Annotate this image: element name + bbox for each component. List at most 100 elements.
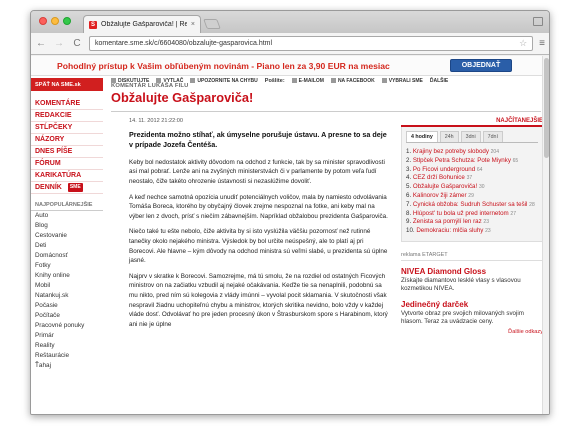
- section-nav: KOMENTÁRE REDAKCIE STĹPČEKY NÁZORY DNES …: [31, 98, 103, 194]
- popular-link[interactable]: Natankuj.sk: [35, 291, 103, 301]
- popular-link[interactable]: Deti: [35, 241, 103, 251]
- nav-item[interactable]: KARIKATÚRA: [31, 170, 103, 182]
- most-read-item[interactable]: 3. Po Ficovi underground 64: [406, 166, 538, 175]
- nav-item[interactable]: REDAKCIE: [31, 110, 103, 122]
- popular-link[interactable]: Reštaurácie: [35, 351, 103, 361]
- headline-link[interactable]: Po Ficovi underground: [413, 166, 475, 173]
- popular-link[interactable]: Ťahaj: [35, 361, 103, 371]
- article-paragraph: Keby bol nedostatok aktivity dôvodom na …: [129, 158, 385, 185]
- dennik-label: DENNÍK: [35, 184, 62, 191]
- most-read-item[interactable]: 2. Stĺpček Petra Schutza: Pote Miynky 65: [406, 157, 538, 166]
- reload-button[interactable]: C: [71, 38, 83, 49]
- comment-count: 65: [512, 157, 519, 164]
- order-button[interactable]: OBJEDNAŤ: [450, 59, 512, 72]
- comment-count: 27: [510, 210, 516, 217]
- most-read-item[interactable]: 5. Obžalujte Gašparoviča! 30: [406, 183, 538, 192]
- rank: 2.: [406, 156, 412, 164]
- popular-link[interactable]: Počasie: [35, 301, 103, 311]
- comment-count: 204: [490, 149, 499, 155]
- popular-link[interactable]: Počítače: [35, 311, 103, 321]
- forward-button[interactable]: →: [53, 38, 65, 49]
- ad-title-link[interactable]: Jedinečný darček: [401, 300, 543, 309]
- popular-link[interactable]: Domácnosť: [35, 251, 103, 261]
- tab-3-days[interactable]: 3dni: [460, 131, 481, 142]
- new-tab-button[interactable]: [203, 19, 221, 29]
- minimize-window-icon[interactable]: [51, 17, 59, 25]
- bookmark-star-icon[interactable]: ☆: [519, 38, 527, 49]
- most-read-item[interactable]: 10. Demokraciu: mlčia sluhy 23: [406, 227, 538, 236]
- popular-link[interactable]: Pracovné ponuky: [35, 321, 103, 331]
- popular-link[interactable]: Knihy online: [35, 271, 103, 281]
- headline-link[interactable]: ČEZ drží Bohunice: [413, 174, 465, 181]
- article-kicker: KOMENTÁR LUKÁŠA FILU: [111, 83, 189, 89]
- popular-heading: NAJPOPULÁRNEJŠIE: [31, 202, 103, 211]
- web-page: Pohodlný prístup k Vašim obľúbeným novin…: [31, 56, 549, 414]
- browser-toolbar: ← → C komentare.sme.sk/c/6604080/obzaluj…: [31, 33, 549, 55]
- most-read-item[interactable]: 8. Hlúpost' tu bola už pred internetom 2…: [406, 210, 538, 219]
- fullscreen-icon[interactable]: [533, 17, 543, 26]
- most-read-heading: NAJČÍTANEJŠIE: [401, 118, 543, 127]
- nav-item[interactable]: KOMENTÁRE: [31, 98, 103, 110]
- ad-text[interactable]: Vytvorte obraz pre svojich milovaných sv…: [401, 310, 543, 327]
- browser-tab[interactable]: S Obžalujte Gašparoviča! | Re ×: [83, 15, 201, 33]
- most-read-item[interactable]: 9. Ženista sa pomýlí len raz 23: [406, 218, 538, 227]
- back-button[interactable]: ←: [35, 38, 47, 49]
- nav-item[interactable]: STĹPČEKY: [31, 122, 103, 134]
- comment-count: 64: [476, 166, 483, 173]
- vertical-scrollbar[interactable]: [542, 56, 549, 414]
- headline-link[interactable]: Ženista sa pomýlí len raz: [413, 218, 482, 225]
- ad-title-link[interactable]: NIVEA Diamond Gloss: [401, 267, 543, 276]
- rank: 5.: [406, 183, 412, 191]
- tab-4-hours[interactable]: 4 hodiny: [406, 131, 438, 142]
- promo-text[interactable]: Pohodlný prístup k Vašim obľúbeným novin…: [57, 61, 390, 71]
- headline-link[interactable]: Stĺpček Petra Schutza: Pote Miynky: [413, 157, 511, 164]
- tab-close-icon[interactable]: ×: [191, 21, 195, 28]
- comment-count: 23: [485, 228, 491, 235]
- scrollbar-thumb[interactable]: [544, 58, 549, 158]
- headline-link[interactable]: Demokraciu: mlčia sluhy: [416, 227, 483, 234]
- most-read-box: 4 hodiny 24h 3dni 7dní 1. Krajiny bez po…: [401, 127, 543, 242]
- popular-link[interactable]: Primár: [35, 331, 103, 341]
- popular-link[interactable]: Cestovanie: [35, 231, 103, 241]
- most-read-item[interactable]: 4. ČEZ drží Bohunice 37: [406, 174, 538, 183]
- nav-item[interactable]: DNES PÍŠE: [31, 146, 103, 158]
- address-bar[interactable]: komentare.sme.sk/c/6604080/obzalujte-gas…: [89, 36, 534, 51]
- tab-7-days[interactable]: 7dní: [482, 131, 503, 142]
- most-read-item[interactable]: 7. Cynická obžoba: Sudruh Schuster sa te…: [406, 201, 538, 210]
- rank: 6.: [406, 191, 412, 199]
- rank: 9.: [406, 218, 412, 226]
- most-read-item[interactable]: 6. Kalinorov žiji zámer 29: [406, 192, 538, 201]
- back-to-sme-link[interactable]: SPÄŤ NA SME.sk: [31, 78, 103, 91]
- more-ads-link[interactable]: Ďalšie odkazy: [401, 329, 543, 335]
- popular-link[interactable]: Mobil: [35, 281, 103, 291]
- headline-link[interactable]: Hlúpost' tu bola už pred internetom: [413, 210, 509, 217]
- zoom-window-icon[interactable]: [63, 17, 71, 25]
- headline-link[interactable]: Krajiny bez potreby slobody: [413, 148, 489, 155]
- popular-link[interactable]: Fotky: [35, 261, 103, 271]
- popular-link[interactable]: Blog: [35, 221, 103, 231]
- browser-menu-icon[interactable]: ≡: [539, 38, 545, 49]
- rank: 7.: [406, 200, 412, 208]
- nav-item[interactable]: FÓRUM: [31, 158, 103, 170]
- rank: 10.: [406, 227, 415, 235]
- sme-badge: sme: [67, 183, 83, 192]
- close-window-icon[interactable]: [39, 17, 47, 25]
- headline-link[interactable]: Obžalujte Gašparoviča!: [413, 183, 477, 190]
- headline-link[interactable]: Kalinorov žiji zámer: [413, 192, 467, 199]
- popular-link[interactable]: Auto: [35, 211, 103, 221]
- popular-link[interactable]: Reality: [35, 341, 103, 351]
- most-read-item[interactable]: 1. Krajiny bez potreby slobody 204: [406, 148, 538, 157]
- right-column: NAJČÍTANEJŠIE 4 hodiny 24h 3dni 7dní 1. …: [401, 118, 543, 335]
- tab-24h[interactable]: 24h: [439, 131, 459, 142]
- comment-count: 30: [478, 184, 485, 191]
- nav-item-dennik[interactable]: DENNÍK sme: [31, 182, 103, 194]
- comment-count: 28: [529, 201, 535, 208]
- headline-link[interactable]: Cynická obžoba: Sudruh Schuster sa tešil: [413, 201, 528, 208]
- url-text[interactable]: komentare.sme.sk/c/6604080/obzalujte-gas…: [95, 40, 519, 47]
- article-lead: Prezidenta možno stíhať, ak úmyselne por…: [129, 130, 387, 150]
- nav-item[interactable]: NÁZORY: [31, 134, 103, 146]
- article-paragraph: Niečo také tu ešte nebolo, čiže aktivita…: [129, 228, 388, 265]
- popular-list: Auto Blog Cestovanie Deti Domácnosť Fotk…: [31, 211, 103, 371]
- browser-window: S Obžalujte Gašparoviča! | Re × ← → C ko…: [30, 10, 550, 415]
- ad-text[interactable]: Získajte diamantovo lesklé vlasy s vlaso…: [401, 277, 543, 294]
